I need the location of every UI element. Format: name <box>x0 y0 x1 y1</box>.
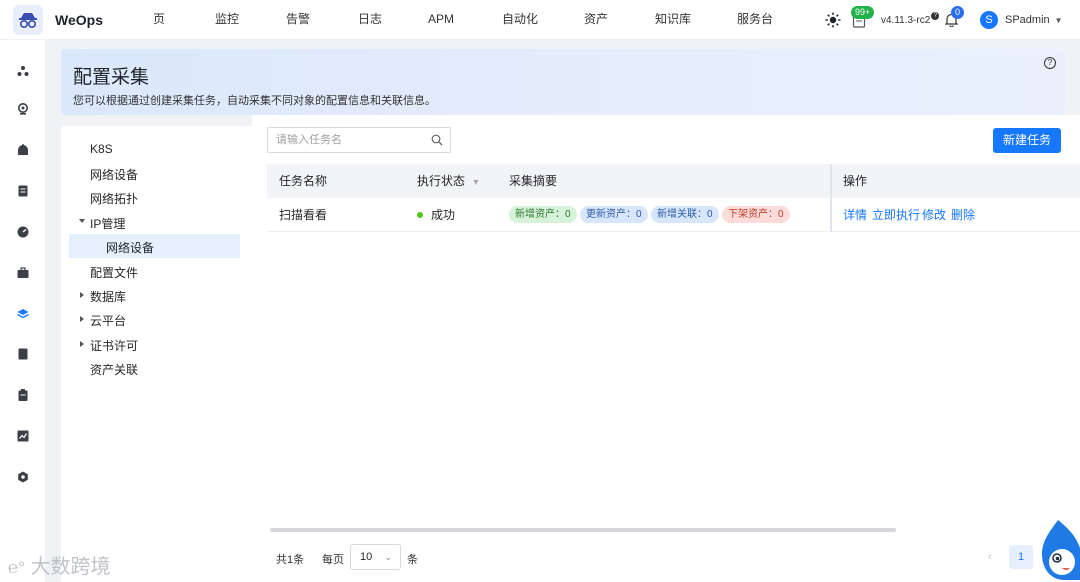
horizontal-scrollbar[interactable] <box>270 528 896 532</box>
column-header-status[interactable]: 执行状态 ▼ <box>417 164 480 198</box>
tree-item-network-device[interactable]: 网络设备 <box>90 166 138 183</box>
tag-removed-assets: 下架资产：0 <box>722 206 790 223</box>
theme-sun-icon[interactable] <box>825 0 841 40</box>
column-header-status-label: 执行状态 <box>417 174 466 188</box>
page-size-select[interactable]: 10 ⌄ <box>350 544 401 570</box>
user-menu[interactable]: S SPadmin ▼ <box>980 0 1063 40</box>
monitor-icon[interactable] <box>17 103 29 115</box>
status-cell: 成功 <box>417 198 455 232</box>
settings-icon[interactable] <box>17 471 29 483</box>
search-box <box>267 127 451 153</box>
tag-new-assets: 新增资产：0 <box>509 206 577 223</box>
tree-selection-highlight <box>69 234 240 258</box>
tree-item-database[interactable]: 数据库 <box>90 288 126 305</box>
filter-icon[interactable]: ▼ <box>471 177 480 187</box>
caret-right-icon[interactable] <box>80 292 84 298</box>
layers-icon[interactable] <box>17 308 29 320</box>
watermark-text: 大数跨境 <box>30 556 111 578</box>
page-title: 配置采集 <box>73 67 150 88</box>
clipboard-icon[interactable] <box>17 389 29 401</box>
total-count: 共1条 <box>276 554 305 566</box>
tree-item-ip-network-device[interactable]: 网络设备 <box>106 239 154 256</box>
status-text: 成功 <box>431 208 456 222</box>
fixed-column-divider <box>830 164 832 232</box>
tag-new-relations: 新增关联：0 <box>651 206 719 223</box>
task-name-cell: 扫描看看 <box>279 208 328 222</box>
prev-page-button[interactable]: ‹ <box>988 551 992 563</box>
table-row[interactable]: 扫描看看 成功 新增资产：0 更新资产：0 新增关联：0 下架资产：0 详情 立… <box>267 198 1080 232</box>
dashboard-icon[interactable] <box>17 226 29 238</box>
tree-item-k8s[interactable]: K8S <box>90 142 113 156</box>
tree-item-cloud-platform[interactable]: 云平台 <box>90 312 126 329</box>
tree-item-asset-relation[interactable]: 资产关联 <box>90 361 138 378</box>
success-status-dot <box>417 211 423 218</box>
chart-icon[interactable] <box>17 430 29 442</box>
new-task-button[interactable]: 新建任务 <box>993 128 1061 153</box>
page-size-value: 10 <box>360 551 373 563</box>
tag-updated-assets: 更新资产：0 <box>580 206 648 223</box>
version-help-icon[interactable]: ? <box>931 12 940 20</box>
notification-badge: 99+ <box>851 6 875 19</box>
book-icon[interactable] <box>17 348 29 360</box>
current-page-button[interactable]: 1 <box>1009 545 1033 569</box>
bell-badge: 0 <box>951 6 965 19</box>
delete-link[interactable]: 删除 <box>951 198 975 232</box>
column-header-task-name: 任务名称 <box>279 174 328 188</box>
caret-right-icon[interactable] <box>80 316 84 322</box>
alarm-icon[interactable] <box>17 144 29 156</box>
column-header-actions: 操作 <box>843 174 868 188</box>
caret-right-icon[interactable] <box>80 341 84 347</box>
run-now-link[interactable]: 立即执行 <box>872 198 920 232</box>
caret-down-icon[interactable] <box>79 219 85 223</box>
briefcase-icon[interactable] <box>17 267 29 279</box>
left-icon-rail <box>0 40 46 582</box>
username[interactable]: SPadmin <box>1005 14 1050 26</box>
task-list-panel: 新建任务 任务名称 执行状态 ▼ 采集摘要 操作 扫描看看 成功 新增资产：0 … <box>252 115 1080 582</box>
chevron-down-icon[interactable]: ▼ <box>1055 16 1063 25</box>
column-header-summary: 采集摘要 <box>509 174 558 188</box>
version-text: v4.11.3-rc2 <box>881 14 931 26</box>
report-icon[interactable] <box>17 185 29 197</box>
watermark-glyph-icon: ℮° <box>8 558 25 577</box>
search-icon[interactable] <box>431 134 443 149</box>
assistant-mascot-icon[interactable] <box>1038 518 1080 582</box>
avatar[interactable]: S <box>980 11 998 29</box>
category-tree: K8S 网络设备 网络拓扑 IP管理 网络设备 配置文件 数据库 云平台 证书许… <box>61 126 252 582</box>
tree-item-config-file[interactable]: 配置文件 <box>90 264 138 281</box>
per-page-label: 每页 <box>322 554 344 566</box>
page-header-banner: 配置采集 您可以根据通过创建采集任务，自动采集不同对象的配置信息和关联信息。 ? <box>61 49 1065 115</box>
tree-item-ip-management[interactable]: IP管理 <box>90 215 125 232</box>
topology-icon[interactable] <box>17 65 29 77</box>
edit-link[interactable]: 修改 <box>922 198 946 232</box>
tree-item-network-topology[interactable]: 网络拓扑 <box>90 190 138 207</box>
header-tools: 99+ v4.11.3-rc2 ? 0 S SPadmin ▼ <box>0 0 1080 40</box>
details-link[interactable]: 详情 <box>843 198 867 232</box>
watermark-logo: ℮° 大数跨境 <box>8 550 111 579</box>
page-description: 您可以根据通过创建采集任务，自动采集不同对象的配置信息和关联信息。 <box>73 95 436 107</box>
chevron-down-icon: ⌄ <box>384 552 392 562</box>
help-icon[interactable]: ? <box>1044 57 1056 69</box>
tree-item-certificate[interactable]: 证书许可 <box>90 337 138 354</box>
search-input[interactable] <box>276 128 426 152</box>
table-header: 任务名称 执行状态 ▼ 采集摘要 操作 <box>267 164 1080 198</box>
per-page-unit: 条 <box>407 554 418 566</box>
version-label: v4.11.3-rc2 ? <box>881 0 940 40</box>
